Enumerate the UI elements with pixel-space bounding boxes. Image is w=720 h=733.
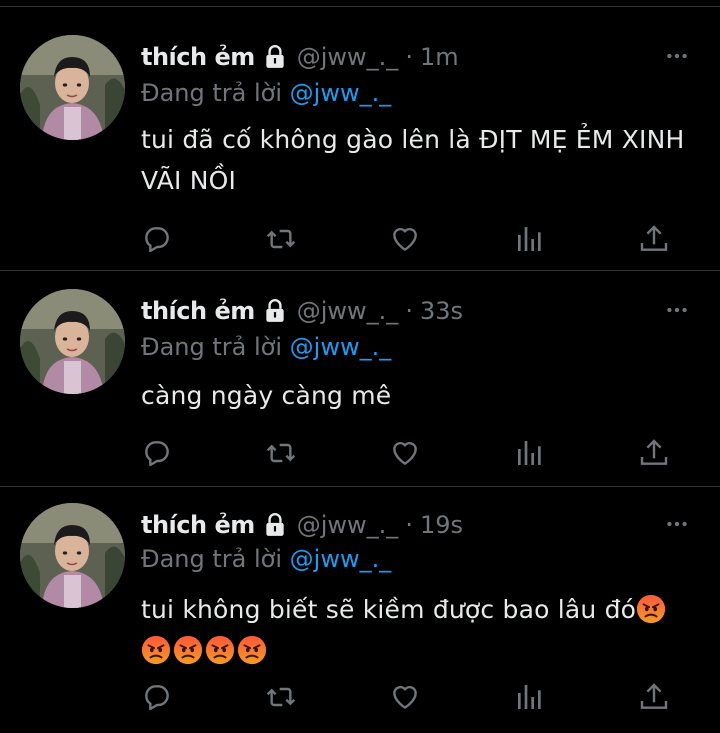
tweet[interactable]: thích ẻm @jww_._ · 19s Đang trả lời @jww… xyxy=(0,487,720,733)
action-bar xyxy=(141,437,681,469)
tweet-header: thích ẻm @jww_._ · 1m xyxy=(141,42,701,72)
views-icon[interactable] xyxy=(514,437,546,469)
tweet-text-content: tui không biết sẽ kiềm được bao lâu đó xyxy=(141,595,637,624)
replying-to: Đang trả lời @jww_._ xyxy=(141,545,391,573)
replying-to: Đang trả lời @jww_._ xyxy=(141,79,391,107)
handle[interactable]: @jww_._ xyxy=(297,43,399,71)
separator: · xyxy=(405,297,413,325)
more-icon[interactable] xyxy=(664,43,690,69)
like-icon[interactable] xyxy=(389,681,421,713)
reply-prefix: Đang trả lời xyxy=(141,333,283,361)
tweet[interactable]: thích ẻm @jww_._ · 33s Đang trả lời @jww… xyxy=(0,271,720,487)
tweet-text-line: tui không biết sẽ kiềm được bao lâu đó xyxy=(141,589,701,630)
lock-icon xyxy=(262,44,288,70)
share-icon[interactable] xyxy=(638,681,670,713)
retweet-icon[interactable] xyxy=(265,681,297,713)
tweet-text: càng ngày càng mê xyxy=(141,375,701,416)
mention-link[interactable]: @jww_._ xyxy=(290,333,392,361)
action-bar xyxy=(141,223,681,255)
mention-link[interactable]: @jww_._ xyxy=(290,79,392,107)
tweet-text: tui không biết sẽ kiềm được bao lâu đó xyxy=(141,589,701,671)
display-name[interactable]: thích ẻm xyxy=(141,43,255,71)
tweet-text-line: VÃI NỒI xyxy=(141,166,237,195)
action-bar xyxy=(141,681,681,713)
display-name[interactable]: thích ẻm xyxy=(141,297,255,325)
tweet-text-line: càng ngày càng mê xyxy=(141,381,392,410)
views-icon[interactable] xyxy=(514,223,546,255)
mention-link[interactable]: @jww_._ xyxy=(290,545,392,573)
reply-icon[interactable] xyxy=(141,437,173,469)
avatar[interactable] xyxy=(20,289,125,394)
timestamp[interactable]: 1m xyxy=(420,43,459,71)
separator: · xyxy=(405,43,413,71)
lock-icon xyxy=(262,298,288,324)
angry-face-emoji xyxy=(141,635,171,665)
handle[interactable]: @jww_._ xyxy=(297,511,399,539)
tweet-text-line: tui đã cố không gào lên là ĐỊT MẸ ẺM XIN… xyxy=(141,125,685,154)
more-icon[interactable] xyxy=(664,511,690,537)
reply-icon[interactable] xyxy=(141,681,173,713)
angry-face-emoji xyxy=(237,635,267,665)
timestamp[interactable]: 33s xyxy=(420,297,463,325)
emoji-line xyxy=(141,630,701,671)
reply-prefix: Đang trả lời xyxy=(141,545,283,573)
share-icon[interactable] xyxy=(638,223,670,255)
retweet-icon[interactable] xyxy=(265,437,297,469)
handle[interactable]: @jww_._ xyxy=(297,297,399,325)
tweet-text: tui đã cố không gào lên là ĐỊT MẸ ẺM XIN… xyxy=(141,119,701,201)
tweet-header: thích ẻm @jww_._ · 19s xyxy=(141,510,701,540)
lock-icon xyxy=(262,512,288,538)
timestamp[interactable]: 19s xyxy=(420,511,463,539)
angry-face-emoji xyxy=(173,635,203,665)
like-icon[interactable] xyxy=(389,437,421,469)
angry-face-emoji xyxy=(636,594,666,624)
reply-prefix: Đang trả lời xyxy=(141,79,283,107)
avatar[interactable] xyxy=(20,503,125,608)
tweet-header: thích ẻm @jww_._ · 33s xyxy=(141,296,701,326)
views-icon[interactable] xyxy=(514,681,546,713)
display-name[interactable]: thích ẻm xyxy=(141,511,255,539)
share-icon[interactable] xyxy=(638,437,670,469)
retweet-icon[interactable] xyxy=(265,223,297,255)
more-icon[interactable] xyxy=(664,297,690,323)
replying-to: Đang trả lời @jww_._ xyxy=(141,333,391,361)
like-icon[interactable] xyxy=(389,223,421,255)
avatar[interactable] xyxy=(20,35,125,140)
angry-face-emoji xyxy=(205,635,235,665)
separator: · xyxy=(405,511,413,539)
reply-icon[interactable] xyxy=(141,223,173,255)
tweet[interactable]: thích ẻm @jww_._ · 1m Đang trả lời @jww_… xyxy=(0,7,720,271)
